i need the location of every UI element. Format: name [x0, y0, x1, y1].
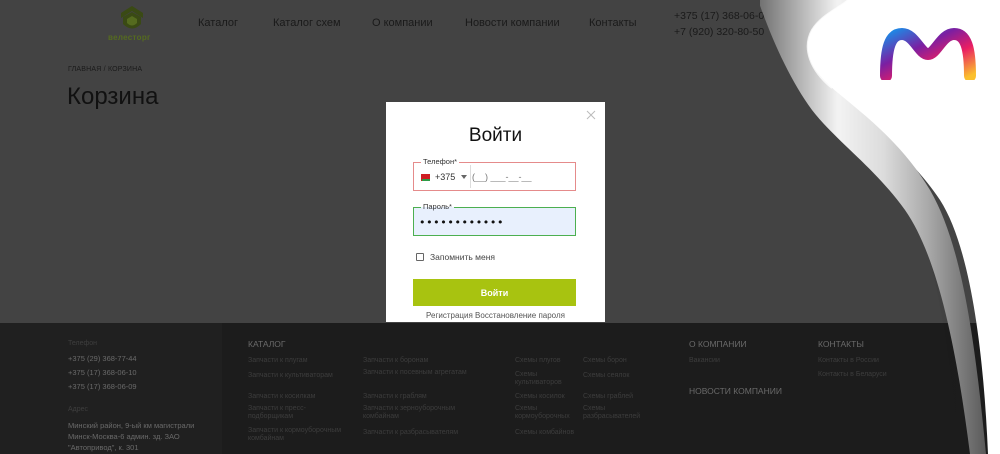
header-phone-ru[interactable]: +7 (920) 320-80-50: [674, 26, 764, 38]
footer-address-label: Адрес: [68, 406, 89, 413]
phone-input[interactable]: [472, 168, 572, 186]
page-title: Корзина: [67, 83, 159, 110]
footer-link[interactable]: Запчасти к боронам: [363, 357, 463, 365]
phone-field[interactable]: Телефон* +375: [413, 157, 576, 191]
footer-phone[interactable]: +375 (17) 368-06-09: [68, 382, 137, 391]
footer-link[interactable]: Запчасти к культиваторам: [248, 372, 353, 380]
footer-link[interactable]: Схемы граблей: [583, 393, 643, 401]
footer-link[interactable]: Запчасти к граблям: [363, 393, 463, 401]
footer-address-line: Минск-Москва-6 админ. зд. ЗАО: [68, 432, 180, 441]
footer-link[interactable]: Схемы культиваторов: [515, 371, 575, 387]
footer-link[interactable]: Схемы борон: [583, 357, 643, 365]
close-icon[interactable]: [585, 109, 597, 121]
nav-catalog-schemes[interactable]: Каталог схем: [273, 17, 341, 29]
country-code[interactable]: +375: [435, 172, 455, 182]
footer-about-heading[interactable]: О КОМПАНИИ: [689, 339, 747, 349]
footer-phone[interactable]: +375 (17) 368-06-10: [68, 368, 137, 377]
header-phone-by[interactable]: +375 (17) 368-06-09: [674, 10, 770, 22]
footer-link[interactable]: Запчасти к пресс-подборщикам: [248, 405, 328, 421]
footer-phones-label: Телефон: [68, 340, 98, 347]
chevron-down-icon[interactable]: [461, 175, 467, 179]
footer-link[interactable]: Схемы косилок: [515, 393, 580, 401]
footer-address-line: Минский район, 9-ый км магистрали: [68, 421, 195, 430]
phone-label: Телефон*: [421, 157, 460, 167]
modal-title: Войти: [468, 125, 523, 146]
remember-me-checkbox[interactable]: Запомнить меня: [416, 252, 536, 264]
footer-link[interactable]: Запчасти к разбрасывателям: [363, 429, 473, 437]
login-button[interactable]: Войти: [413, 279, 576, 306]
footer-link[interactable]: Схемы сеялок: [583, 372, 643, 380]
logo-text: велесторг: [108, 33, 151, 42]
nav-catalog[interactable]: Каталог: [198, 17, 238, 29]
footer-link[interactable]: Вакансии: [689, 357, 749, 365]
logo-emblem-icon: [121, 6, 143, 29]
password-input[interactable]: [419, 213, 569, 231]
belarus-flag-icon[interactable]: [420, 174, 430, 181]
breadcrumb[interactable]: ГЛАВНАЯ / КОРЗИНА: [68, 66, 142, 73]
footer-link[interactable]: Схемы плугов: [515, 357, 580, 365]
login-modal: Войти Телефон* +375 Пароль* Запомнить ме…: [386, 102, 605, 322]
checkbox-box[interactable]: [416, 253, 424, 261]
divider: [470, 165, 471, 188]
brand-logo-icon[interactable]: [880, 28, 976, 80]
nav-about[interactable]: О компании: [372, 17, 433, 29]
remember-me-label[interactable]: Запомнить меня: [430, 252, 495, 262]
password-label: Пароль*: [421, 202, 454, 212]
footer-phone[interactable]: +375 (29) 368-77-44: [68, 354, 137, 363]
site-logo[interactable]: велесторг: [108, 6, 168, 42]
nav-news[interactable]: Новости компании: [465, 17, 560, 29]
footer-link[interactable]: Запчасти к косилкам: [248, 393, 353, 401]
footer-link[interactable]: Запчасти к кормоуборочным комбайнам: [248, 427, 358, 443]
nav-contacts[interactable]: Контакты: [589, 17, 637, 29]
footer-link[interactable]: Схемы разбрасывателей: [583, 405, 648, 421]
modal-links: Регистрация Восстановление пароля: [386, 311, 605, 320]
footer-address-line: "Автопривод", к. 301: [68, 443, 139, 452]
footer-link[interactable]: Схемы комбайнов: [515, 429, 580, 437]
password-field[interactable]: Пароль*: [413, 202, 576, 236]
restore-password-link[interactable]: Восстановление пароля: [475, 311, 565, 320]
footer-link[interactable]: Схемы кормоуборочных: [515, 405, 583, 421]
footer-catalog-heading[interactable]: КАТАЛОГ: [248, 339, 286, 349]
register-link[interactable]: Регистрация: [426, 311, 473, 320]
footer-link[interactable]: Запчасти к посевным агрегатам: [363, 369, 473, 377]
footer-link[interactable]: Запчасти к плугам: [248, 357, 353, 365]
footer-link[interactable]: Запчасти к зерноуборочным комбайнам: [363, 405, 473, 421]
footer-contacts-panel: Телефон +375 (29) 368-77-44 +375 (17) 36…: [0, 323, 222, 454]
